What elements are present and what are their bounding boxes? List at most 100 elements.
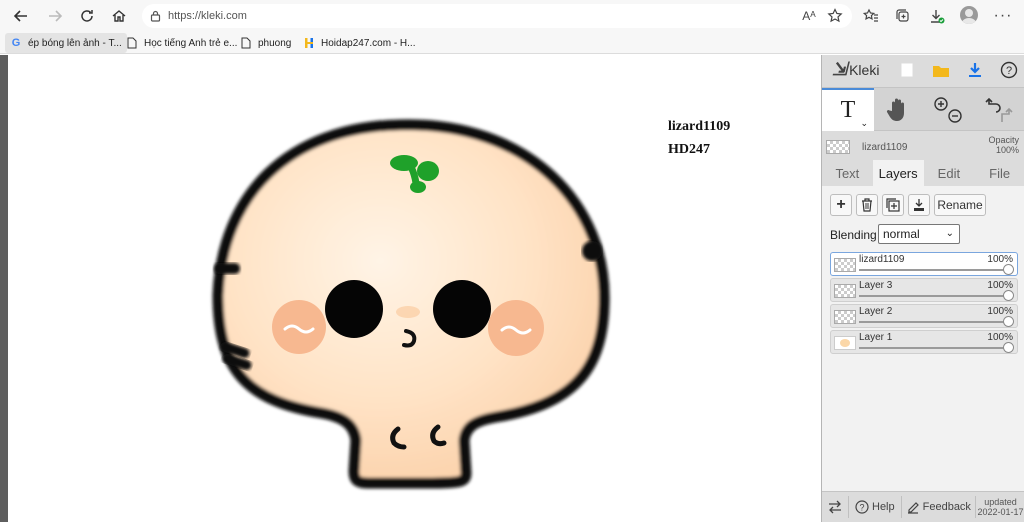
read-aloud-icon: Aᴬ [802, 9, 816, 23]
url-text: https://kleki.com [168, 10, 247, 22]
layer-thumbnail [834, 284, 856, 298]
blending-select[interactable]: normal ⌄ [878, 224, 960, 244]
forward-arrow-icon [49, 10, 63, 22]
text-tool-button[interactable]: T ⌄ [822, 88, 874, 131]
drawing-canvas[interactable]: lizard1109 HD247 [8, 55, 821, 522]
merge-layer-button[interactable] [908, 194, 930, 216]
side-mark [214, 263, 240, 274]
current-layer-info: lizard1109 Opacity 100% [822, 132, 1024, 162]
address-bar[interactable]: https://kleki.com [142, 4, 852, 28]
layer-item[interactable]: Layer 2 100% [830, 304, 1018, 328]
slider-handle[interactable] [1003, 316, 1014, 327]
page-icon [126, 37, 138, 49]
layer-name: lizard1109 [859, 254, 905, 265]
settings-more-button[interactable]: ··· [990, 4, 1016, 28]
layer-item[interactable]: Layer 1 100% [830, 330, 1018, 354]
duplicate-icon [886, 198, 900, 212]
rename-layer-button[interactable]: Rename [934, 194, 986, 216]
bookmark-label: Học tiếng Anh trẻ e... [144, 37, 238, 49]
delete-layer-button[interactable] [856, 194, 878, 216]
updated-label: updated [984, 497, 1017, 507]
layer-opacity-slider[interactable] [859, 295, 1007, 297]
kleki-side-panel: ⇲ Kleki ? T ⌄ lizard1109 Opacity 100% Te… [821, 55, 1024, 522]
bookmark-label: ép bóng lên ảnh - T... [28, 37, 122, 49]
save-download-button[interactable] [964, 59, 986, 81]
browser-toolbar: https://kleki.com Aᴬ ··· [0, 0, 1024, 32]
kleki-logo-icon: ⇲ [832, 59, 848, 79]
hoidap-icon [303, 37, 315, 49]
home-button[interactable] [106, 4, 132, 28]
favorites-button[interactable] [858, 4, 884, 28]
feedback-icon [907, 502, 919, 514]
forward-button[interactable] [42, 4, 68, 28]
read-aloud-button[interactable]: Aᴬ [796, 4, 822, 28]
layer-thumbnail [834, 336, 856, 350]
add-favorite-button[interactable] [822, 4, 848, 28]
tab-file[interactable]: File [974, 160, 1024, 186]
download-icon [969, 63, 981, 77]
bookmark-item[interactable]: Học tiếng Anh trẻ e... [121, 33, 242, 53]
folder-icon [933, 66, 949, 77]
updated-date: 2022-01-17 [977, 507, 1024, 517]
bookmark-item[interactable]: phuong [235, 33, 296, 53]
zoom-button[interactable] [926, 88, 970, 131]
open-button[interactable] [930, 59, 952, 81]
current-layer-name: lizard1109 [862, 141, 908, 153]
undo-redo-button[interactable] [976, 88, 1020, 131]
text-tool-icon: T [840, 97, 856, 123]
layer-name: Layer 2 [859, 306, 893, 317]
blending-value: normal [883, 227, 920, 241]
feedback-link[interactable]: Feedback [902, 500, 975, 514]
kleki-logo[interactable]: ⇲ Kleki [832, 59, 879, 80]
collections-button[interactable] [890, 4, 916, 28]
hand-icon [886, 98, 904, 121]
page-icon [240, 37, 252, 49]
swap-side-button[interactable] [822, 500, 848, 514]
lock-icon [142, 10, 168, 22]
bookmark-item[interactable]: G ép bóng lên ảnh - T... [5, 33, 127, 53]
new-image-button[interactable] [896, 59, 918, 81]
collections-icon [896, 9, 909, 22]
refresh-button[interactable] [74, 4, 100, 28]
back-button[interactable] [8, 4, 34, 28]
tab-edit[interactable]: Edit [924, 160, 975, 186]
profile-avatar[interactable] [960, 6, 978, 24]
right-cheek [488, 300, 544, 356]
layer-item[interactable]: lizard1109 100% [830, 252, 1018, 276]
left-eye [325, 280, 383, 338]
home-icon [112, 10, 126, 22]
add-layer-button[interactable]: + [830, 194, 852, 216]
tab-layers[interactable]: Layers [872, 160, 924, 186]
layer-name: Layer 3 [859, 280, 893, 291]
slider-handle[interactable] [1003, 342, 1014, 353]
tab-text[interactable]: Text [822, 160, 873, 186]
duplicate-layer-button[interactable] [882, 194, 904, 216]
help-button[interactable]: ? [998, 59, 1020, 81]
feedback-label: Feedback [922, 501, 971, 513]
layers-panel: + Rename Blending normal ⌄ lizard1109 10… [822, 186, 1024, 491]
bookmark-item[interactable]: Hoidap247.com - H... [298, 33, 421, 53]
help-link[interactable]: ? Help [849, 500, 901, 514]
slider-handle[interactable] [1003, 290, 1014, 301]
opacity-value: 100% [995, 145, 1019, 155]
downloads-button[interactable] [924, 4, 950, 28]
panel-tabs: Text Layers Edit File [822, 160, 1024, 186]
google-icon: G [11, 37, 21, 49]
left-cheek [272, 300, 326, 354]
layer-opacity-slider[interactable] [859, 347, 1007, 349]
back-arrow-icon [13, 10, 27, 22]
plus-icon: + [836, 196, 846, 213]
merge-down-icon [914, 199, 924, 211]
opacity-readout: Opacity 100% [988, 135, 1019, 155]
favorites-icon [863, 8, 878, 22]
updated-info: updated 2022-01-17 [976, 497, 1024, 517]
layer-item[interactable]: Layer 3 100% [830, 278, 1018, 302]
question-icon: ? [855, 500, 869, 514]
layer-opacity-slider[interactable] [859, 321, 1007, 323]
hand-tool-button[interactable] [878, 88, 918, 131]
blending-label: Blending [830, 228, 877, 242]
slider-handle[interactable] [1003, 264, 1014, 275]
layer-thumbnail [826, 140, 850, 154]
layer-opacity-slider[interactable] [859, 269, 1007, 271]
right-eye [433, 280, 491, 338]
